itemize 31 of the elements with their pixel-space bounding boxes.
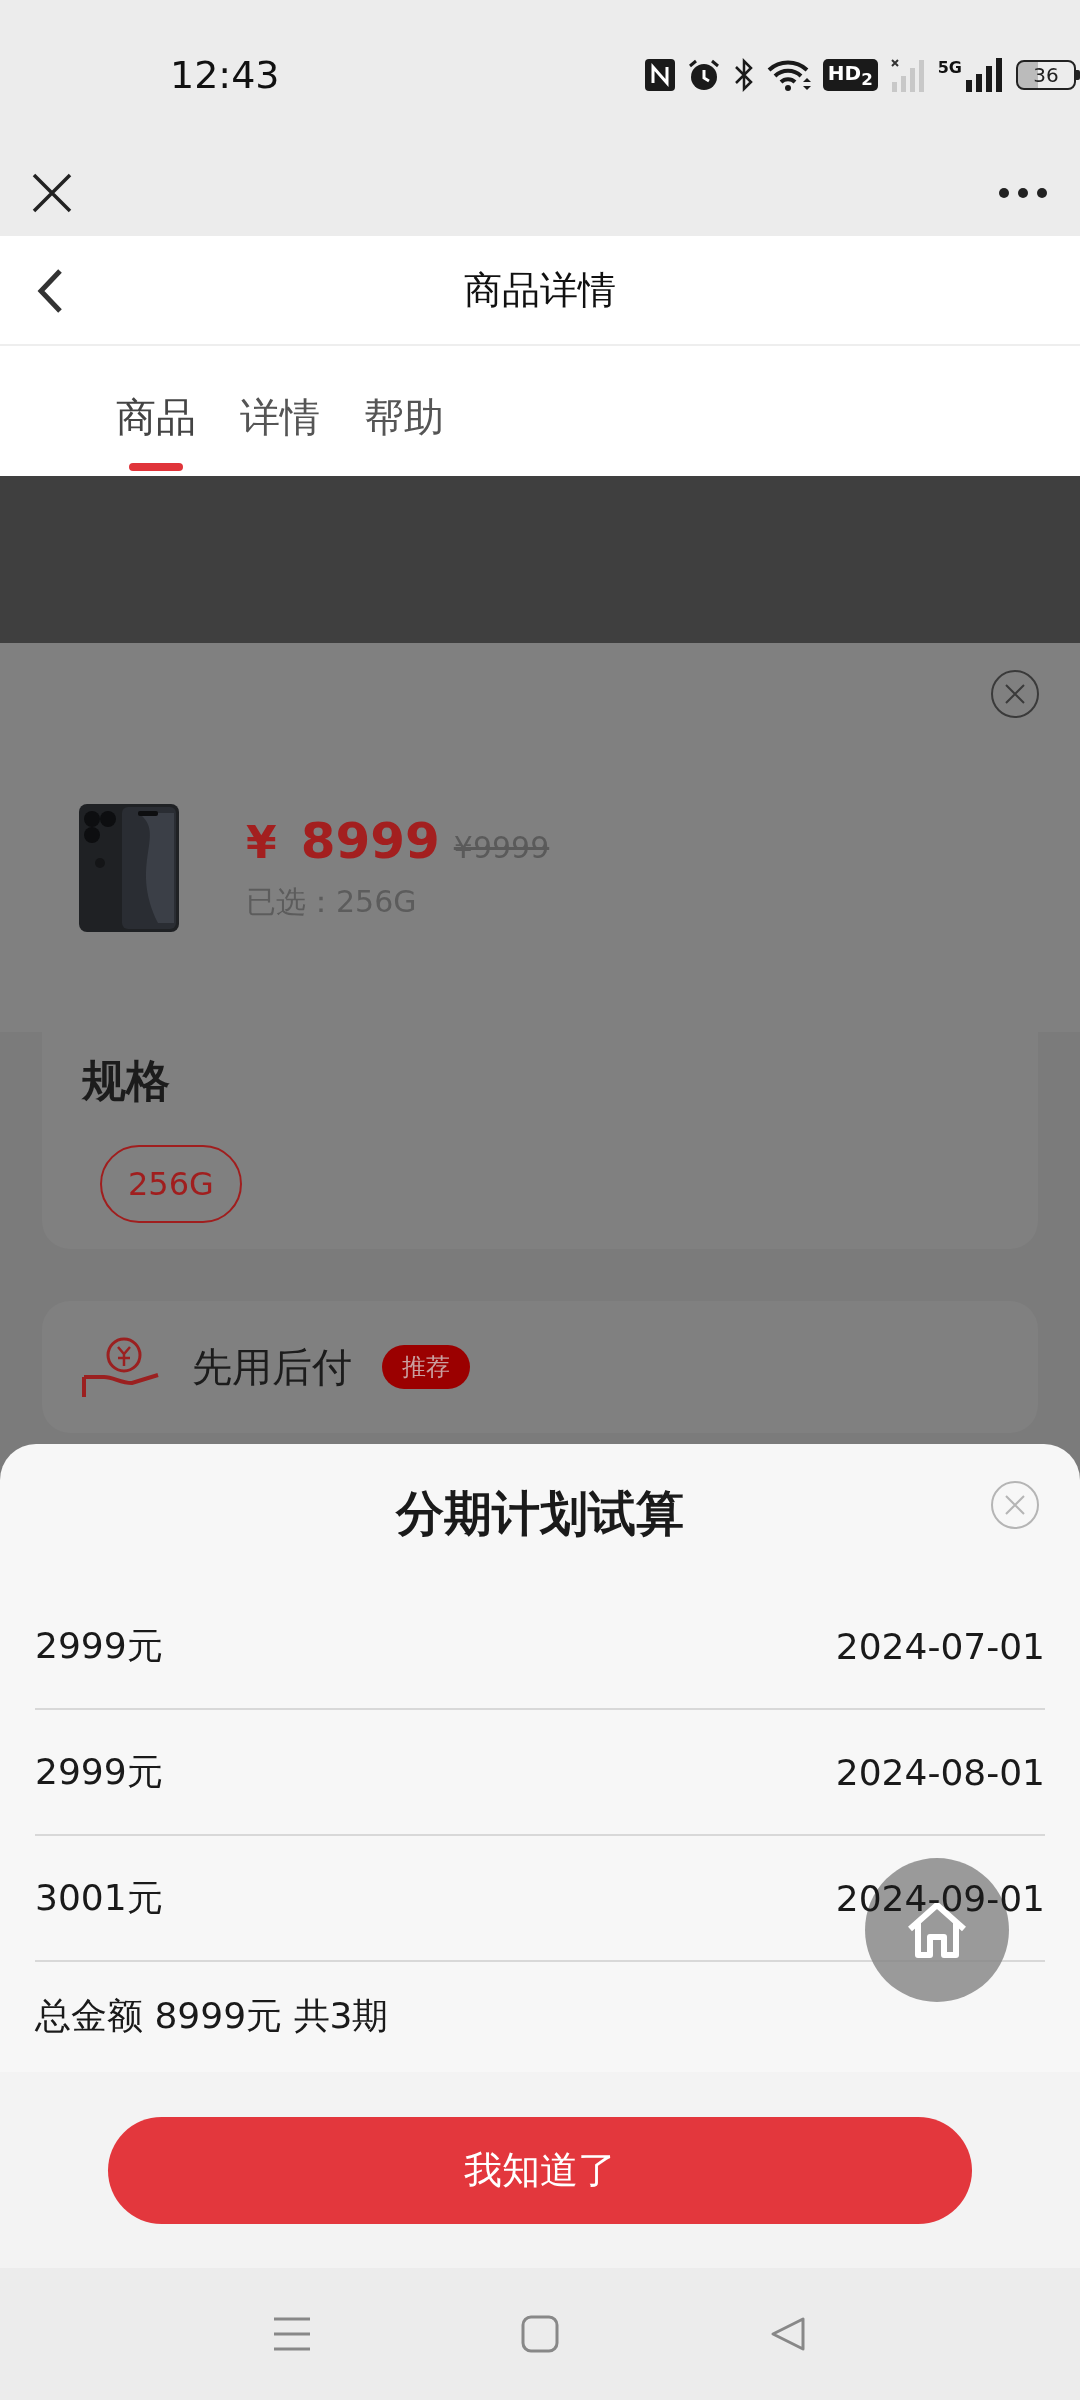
tab[interactable]: 帮助	[364, 346, 444, 471]
bluetooth-icon	[732, 58, 755, 92]
payment-label: 先用后付	[192, 1342, 352, 1392]
page-title: 商品详情	[464, 266, 616, 314]
network-label: 5G	[937, 58, 962, 77]
recommend-badge: 推荐	[382, 1345, 470, 1389]
installment-date: 2024-07-01	[835, 1625, 1045, 1667]
clock-time: 12:43	[170, 53, 281, 97]
signal-icon	[889, 58, 926, 92]
tab[interactable]: 详情	[240, 346, 320, 471]
installment-amount: 2999元	[35, 1749, 163, 1794]
price: 8999	[300, 812, 440, 870]
spec-title: 规格	[82, 1054, 171, 1108]
installment-amount: 2999元	[35, 1623, 163, 1668]
tab[interactable]: 商品	[116, 346, 196, 471]
installment-amount: 3001元	[35, 1875, 163, 1920]
alarm-icon	[686, 58, 721, 92]
close-icon[interactable]	[32, 173, 72, 213]
confirm-button[interactable]: 我知道了	[108, 2116, 972, 2224]
signal-icon	[964, 58, 1004, 92]
wifi-icon	[766, 58, 811, 92]
installment-date: 2024-08-01	[835, 1751, 1045, 1793]
currency-symbol: ¥	[246, 817, 277, 868]
sheet-title: 分期计划试算	[396, 1484, 684, 1543]
nfc-icon	[644, 59, 675, 91]
hd-badge: HD$_{2}$	[822, 59, 878, 91]
home-icon[interactable]	[521, 2315, 559, 2353]
menu-icon[interactable]	[273, 2315, 311, 2353]
more-icon[interactable]	[998, 187, 1048, 199]
back-icon[interactable]	[36, 268, 64, 314]
total-summary: 总金额 8999元 共3期	[34, 1994, 390, 2038]
